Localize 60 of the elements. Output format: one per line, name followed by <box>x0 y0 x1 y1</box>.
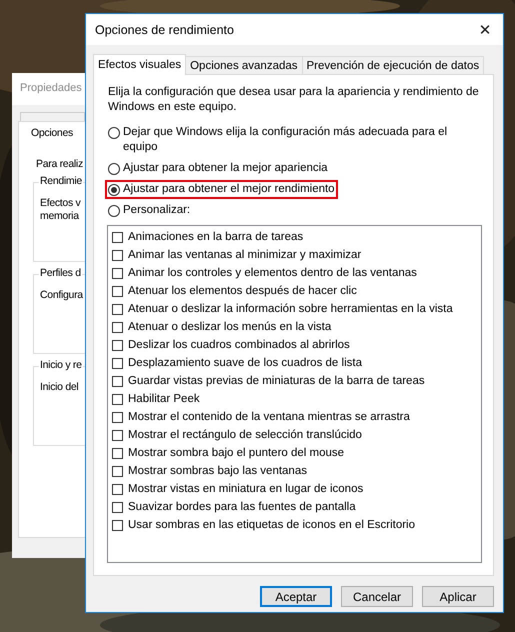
checkbox[interactable] <box>112 340 123 350</box>
option-label[interactable]: Ajustar para obtener la mejor apariencia <box>123 161 328 176</box>
checkbox-label[interactable]: Atenuar los elementos después de hacer clic <box>128 285 357 297</box>
checkbox-label[interactable]: Animaciones en la barra de tareas <box>128 231 304 243</box>
checkbox[interactable] <box>112 412 123 422</box>
checkbox[interactable] <box>112 304 123 314</box>
checkbox-label[interactable]: Animar las ventanas al minimizar y maximizar <box>128 249 362 261</box>
checkbox[interactable] <box>112 466 123 476</box>
checkbox[interactable] <box>112 376 123 386</box>
checkbox-label[interactable]: Guardar vistas previas de miniaturas de la barra de tareas <box>128 375 425 387</box>
tab[interactable]: Opciones avanzadas <box>185 56 303 74</box>
checkbox-label[interactable]: Mostrar el rectángulo de selección translúcido <box>128 429 362 441</box>
dialog-button[interactable]: Cancelar <box>341 586 413 607</box>
group-title: Perfiles d <box>39 267 82 279</box>
checkbox[interactable] <box>112 322 123 332</box>
checkbox[interactable] <box>112 250 123 260</box>
checkbox[interactable] <box>112 520 123 530</box>
window-title: Propiedades <box>12 73 85 105</box>
dialog-button[interactable]: Aceptar <box>260 586 332 607</box>
checkbox-label[interactable]: Suavizar bordes para las fuentes de pantalla <box>128 501 356 513</box>
close-button[interactable]: ✕ <box>470 14 500 44</box>
checkbox[interactable] <box>112 448 123 458</box>
group-text: Configura <box>40 289 84 302</box>
checkbox[interactable] <box>112 358 123 368</box>
radio-button[interactable] <box>108 205 120 217</box>
group-title: Inicio y re <box>39 359 83 371</box>
radio-button[interactable] <box>108 127 120 139</box>
tab[interactable]: Opciones <box>31 127 73 139</box>
checkbox[interactable] <box>112 286 123 296</box>
radio-button[interactable] <box>108 184 120 196</box>
checkbox[interactable] <box>112 502 123 512</box>
dialog-button[interactable]: Aplicar <box>422 586 494 607</box>
checkbox-label[interactable]: Atenuar o deslizar la información sobre herramientas en la vista <box>128 303 453 315</box>
tab[interactable]: Prevención de ejecución de datos <box>302 56 484 74</box>
checkbox-label[interactable]: Mostrar vistas en miniatura en lugar de iconos <box>128 483 364 495</box>
checkbox[interactable] <box>112 268 123 278</box>
checkbox-label[interactable]: Deslizar los cuadros combinados al abrirlos <box>128 339 350 351</box>
checkbox-label[interactable]: Usar sombras en las etiquetas de iconos en el Escritorio <box>128 519 416 531</box>
checkbox-label[interactable]: Mostrar sombras bajo las ventanas <box>128 465 307 477</box>
checkbox[interactable] <box>112 394 123 404</box>
checkbox-label[interactable]: Desplazamiento suave de los cuadros de lista <box>128 357 362 369</box>
checkbox-label[interactable]: Animar los controles y elementos dentro de las ventanas <box>128 267 417 279</box>
checkbox-label[interactable]: Mostrar sombra bajo el puntero del mouse <box>128 447 344 459</box>
option-label[interactable]: Ajustar para obtener el mejor rendimiento <box>123 182 335 197</box>
radio-button[interactable] <box>108 163 120 175</box>
option-label[interactable]: Dejar que Windows elija la configuración más adecuada para el equipo <box>123 125 482 155</box>
tab[interactable]: Efectos visuales <box>93 54 186 75</box>
description-text: Elija la configuración que desea usar para la apariencia y rendimiento de Windows en este equipo. <box>108 85 480 115</box>
checkbox-label[interactable]: Habilitar Peek <box>128 393 200 405</box>
option-label[interactable]: Personalizar: <box>123 203 190 218</box>
checkbox-label[interactable]: Atenuar o deslizar los menús en la vista <box>128 321 332 333</box>
checkbox[interactable] <box>112 430 123 440</box>
checkbox[interactable] <box>112 232 123 242</box>
group-text: Inicio del <box>40 381 80 394</box>
checkbox[interactable] <box>112 484 123 494</box>
group-title: Rendimie <box>39 175 83 187</box>
window-title: Opciones de rendimiento <box>95 22 234 36</box>
group-text: Efectos v memoria <box>40 197 82 223</box>
checkbox-label[interactable]: Mostrar el contenido de la ventana mientras se arrastra <box>128 411 410 423</box>
description-text: Para realiz <box>36 158 84 170</box>
